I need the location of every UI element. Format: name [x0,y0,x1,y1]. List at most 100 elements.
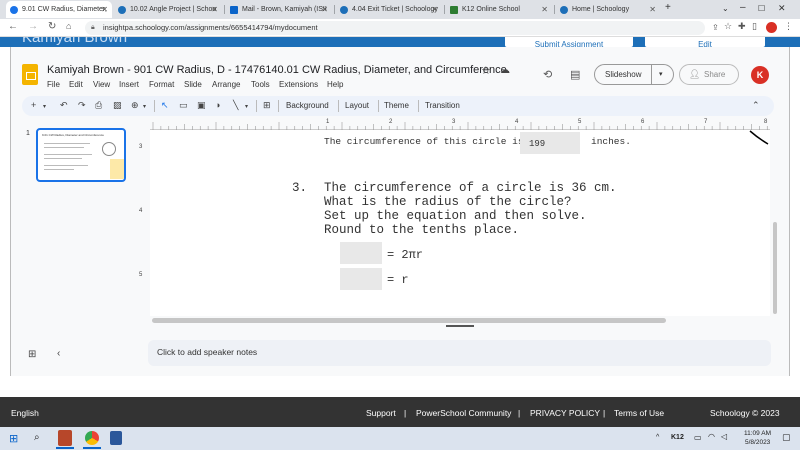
layout-button[interactable]: Layout [345,101,369,110]
collapse-filmstrip-icon[interactable]: ‹ [57,348,60,359]
tab-search-icon[interactable]: ⌄ [722,4,729,13]
close-tab-icon[interactable]: ✕ [101,5,108,14]
edit-button[interactable]: Edit [645,37,765,47]
collapse-toolbar-icon[interactable]: ⌃ [752,100,760,111]
star-icon[interactable]: ☆ [481,64,491,77]
menu-insert[interactable]: Insert [119,80,139,89]
word-app-icon[interactable] [110,431,122,445]
menu-tools[interactable]: Tools [251,80,270,89]
privacy-policy-link[interactable]: PRIVACY POLICY [530,408,600,418]
comments-icon[interactable]: ▤ [570,68,580,81]
powerschool-community-link[interactable]: PowerSchool Community [416,408,511,418]
text-box-icon[interactable]: ▭ [179,100,188,111]
close-tab-icon[interactable]: ✕ [649,5,656,14]
google-slides-logo-icon[interactable] [22,64,38,85]
tray-overflow-icon[interactable]: ^ [656,434,659,441]
vertical-scrollbar[interactable] [773,222,777,314]
menu-slide[interactable]: Slide [184,80,202,89]
version-history-icon[interactable]: ⟲ [543,68,552,81]
menu-file[interactable]: File [47,80,60,89]
menu-view[interactable]: View [93,80,110,89]
search-icon[interactable]: ⌕ [34,432,40,443]
terms-of-use-link[interactable]: Terms of Use [614,408,664,418]
shape-icon[interactable]: ◑ [215,100,220,110]
menu-edit[interactable]: Edit [69,80,83,89]
maximize-icon[interactable]: ☐ [758,4,765,13]
chevron-down-icon[interactable]: ▾ [43,103,46,110]
close-tab-icon[interactable]: ✕ [541,5,548,14]
previous-answer-box[interactable]: 199 [520,132,580,154]
tab-exit-ticket[interactable]: 4.04 Exit Ticket | Schoology ✕ [336,1,442,18]
zoom-icon[interactable]: ⊕ [131,100,139,111]
powerpoint-app-icon[interactable] [58,430,72,446]
wifi-icon[interactable]: ◠ [708,432,715,441]
chrome-app-icon[interactable] [85,431,99,445]
support-link[interactable]: Support [366,408,396,418]
share-button[interactable]: 👤︎ Share [679,64,739,85]
notifications-icon[interactable]: ▢ [782,432,791,443]
tab-radius-diameter[interactable]: 9.01 CW Radius, Diameter, ✕ [6,1,112,18]
chevron-down-icon[interactable]: ▾ [659,65,663,84]
language-selector[interactable]: English [11,408,39,418]
new-slide-icon[interactable]: + [31,100,36,110]
paint-format-icon[interactable]: ▨ [113,100,122,111]
document-title[interactable]: Kamiyah Brown - 901 CW Radius, D - 17476… [47,64,507,76]
image-icon[interactable]: ▣ [197,100,206,111]
k12-tray-icon[interactable]: K12 [671,434,684,441]
slide-thumbnail[interactable]: 9.01 CW Radius, Diameter and Circumferen… [36,128,126,182]
line-icon[interactable]: ╲ [233,100,238,111]
share-page-icon[interactable]: ⇪ [712,23,719,32]
tab-k12-online[interactable]: K12 Online School ✕ [446,1,552,18]
bookmark-star-icon[interactable]: ☆ [724,21,732,32]
submit-assignment-button[interactable]: Submit Assignment [505,37,633,47]
menu-extensions[interactable]: Extensions [279,80,318,89]
slideshow-button[interactable]: Slideshow ▾ [594,64,674,85]
menu-arrange[interactable]: Arrange [212,80,240,89]
clock-date[interactable]: 5/8/2023 [745,439,770,446]
minimize-icon[interactable]: – [740,2,746,13]
undo-icon[interactable]: ↶ [60,100,68,111]
new-tab-icon[interactable]: + [665,2,671,13]
notes-resize-handle[interactable] [446,325,474,327]
tab-separator [334,5,335,14]
browser-menu-icon[interactable]: ⋮ [784,21,793,32]
account-avatar[interactable]: K [751,66,769,84]
side-panel-icon[interactable]: ▯ [752,21,757,32]
tab-home-schoology[interactable]: Home | Schoology ✕ [556,1,660,18]
add-comment-icon[interactable]: ⊞ [263,100,271,111]
reload-icon[interactable]: ↻ [48,21,56,32]
extensions-icon[interactable]: ✚ [738,21,746,32]
menu-help[interactable]: Help [327,80,343,89]
equation-answer-box[interactable] [340,242,382,264]
chevron-down-icon[interactable]: ▾ [245,103,248,110]
clock-time[interactable]: 11:09 AM [744,430,771,437]
theme-button[interactable]: Theme [384,101,409,110]
profile-avatar-icon[interactable] [766,22,777,33]
print-icon[interactable]: ⎙ [95,100,102,111]
background-button[interactable]: Background [286,101,329,110]
tab-angle-project[interactable]: 10.02 Angle Project | Schoo ✕ [114,1,222,18]
grid-view-icon[interactable]: ⊞ [28,349,36,360]
cloud-status-icon[interactable]: ☁ [500,65,510,76]
windows-start-icon[interactable]: ⊞ [9,432,18,445]
redo-icon[interactable]: ↷ [78,100,86,111]
radius-answer-box[interactable] [340,268,382,290]
close-tab-icon[interactable]: ✕ [431,5,438,14]
volume-icon[interactable]: ◁ [721,432,727,441]
forward-icon[interactable]: → [28,21,38,32]
battery-icon[interactable]: ▭ [694,433,702,442]
transition-button[interactable]: Transition [425,101,460,110]
chevron-down-icon[interactable]: ▾ [143,103,146,110]
close-window-icon[interactable]: ✕ [778,3,786,14]
select-cursor-icon[interactable]: ↖ [161,100,169,111]
tab-mail[interactable]: Mail - Brown, Kamiyah (ISII ✕ [226,1,332,18]
speaker-notes[interactable]: Click to add speaker notes [148,340,771,366]
close-tab-icon[interactable]: ✕ [211,5,218,14]
back-icon[interactable]: ← [8,21,18,32]
menu-format[interactable]: Format [149,80,174,89]
home-icon[interactable]: ⌂ [66,21,71,31]
url-bar[interactable]: 🔒︎ insightpa.schoology.com/assignments/6… [85,21,705,35]
close-tab-icon[interactable]: ✕ [321,5,328,14]
slide-canvas[interactable]: The circumference of this circle is 199 … [150,130,770,316]
horizontal-scrollbar[interactable] [152,318,666,323]
